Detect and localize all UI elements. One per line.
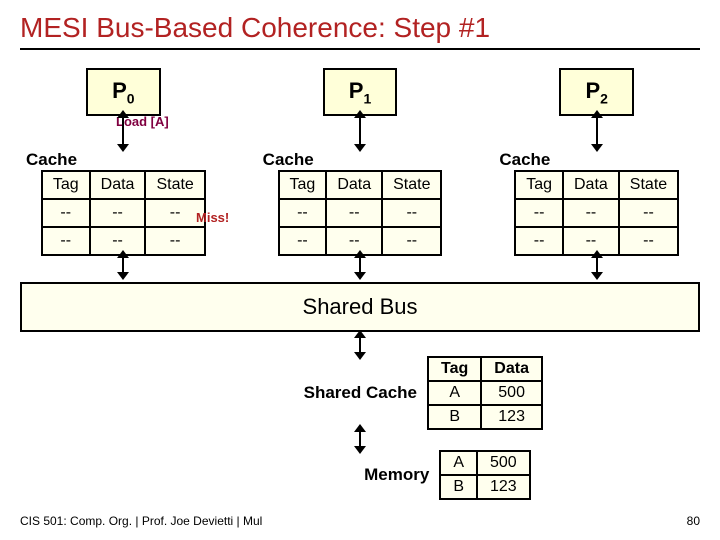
cache-table-2: Tag Data State -- -- -- -- -- --	[514, 170, 679, 256]
cache-col: Data	[563, 171, 619, 199]
shared-bus-box: Shared Bus	[20, 282, 700, 332]
arrow-cache-bus-1	[359, 256, 361, 274]
memory-row: Memory A 500 B 123	[189, 450, 530, 500]
cache-cell: --	[42, 227, 90, 255]
arrow-proc-cache-0	[122, 116, 124, 146]
cache-col: State	[619, 171, 678, 199]
cache-col: Data	[90, 171, 146, 199]
mem-col: Tag	[428, 357, 481, 381]
mem-cell: 123	[481, 405, 542, 429]
footer-right: 80	[687, 514, 700, 528]
cache-col: Tag	[42, 171, 90, 199]
processor-col-1: P1 Cache Tag Data State -- -- -- -- -- -…	[257, 68, 464, 274]
cache-cell: --	[382, 227, 441, 255]
footer-left: CIS 501: Comp. Org. | Prof. Joe Devietti…	[20, 514, 262, 528]
cache-cell: --	[42, 199, 90, 227]
bus-row: Shared Bus	[20, 282, 700, 332]
cache-col: Data	[326, 171, 382, 199]
arrow-cache-bus-0	[122, 256, 124, 274]
arrow-cache-bus-2	[596, 256, 598, 274]
proc-name: P	[349, 78, 364, 103]
miss-label: Miss!	[196, 210, 229, 225]
proc-sub: 1	[363, 90, 371, 106]
arrow-shared-mem	[359, 430, 361, 448]
cache-label-2: Cache	[499, 150, 550, 170]
memory-table: A 500 B 123	[439, 450, 530, 500]
cache-cell: --	[563, 199, 619, 227]
processor-row: P0 Load [A] Cache Tag Data State -- -- -…	[20, 68, 700, 274]
cache-cell: --	[326, 199, 382, 227]
processor-col-2: P2 Cache Tag Data State -- -- -- -- -- -…	[493, 68, 700, 274]
proc-name: P	[112, 78, 127, 103]
cache-col: Tag	[515, 171, 563, 199]
cache-label-1: Cache	[263, 150, 314, 170]
mem-cell: B	[428, 405, 481, 429]
mem-cell: 500	[477, 451, 530, 475]
shared-cache-row: Shared Cache Tag Data A 500 B 123	[177, 356, 543, 430]
cache-cell: --	[382, 199, 441, 227]
mem-cell: A	[428, 381, 481, 405]
cache-cell: --	[145, 227, 204, 255]
processor-col-0: P0 Load [A] Cache Tag Data State -- -- -…	[20, 68, 227, 274]
cache-cell: --	[619, 227, 678, 255]
cache-col: State	[382, 171, 441, 199]
processor-box-0: P0	[86, 68, 160, 116]
memory-block: Shared Cache Tag Data A 500 B 123 Memory…	[20, 336, 700, 500]
cache-cell: --	[279, 227, 327, 255]
mem-cell: A	[440, 451, 477, 475]
slide-title: MESI Bus-Based Coherence: Step #1	[20, 12, 700, 50]
proc-name: P	[585, 78, 600, 103]
proc-sub: 2	[600, 90, 608, 106]
slide-footer: CIS 501: Comp. Org. | Prof. Joe Devietti…	[20, 514, 700, 528]
cache-table-1: Tag Data State -- -- -- -- -- --	[278, 170, 443, 256]
arrow-bus-shared	[359, 336, 361, 354]
cache-cell: --	[279, 199, 327, 227]
cache-col: State	[145, 171, 204, 199]
mem-cell: 123	[477, 475, 530, 499]
arrow-proc-cache-2	[596, 116, 598, 146]
mem-cell: B	[440, 475, 477, 499]
shared-cache-table: Tag Data A 500 B 123	[427, 356, 543, 430]
processor-box-2: P2	[559, 68, 633, 116]
memory-label: Memory	[189, 465, 429, 485]
mem-col: Data	[481, 357, 542, 381]
cache-cell: --	[515, 199, 563, 227]
mem-cell: 500	[481, 381, 542, 405]
shared-cache-label: Shared Cache	[177, 383, 417, 403]
cache-table-0: Tag Data State -- -- -- -- -- --	[41, 170, 206, 256]
proc-sub: 0	[127, 90, 135, 106]
processor-box-1: P1	[323, 68, 397, 116]
cache-cell: --	[515, 227, 563, 255]
arrow-proc-cache-1	[359, 116, 361, 146]
cache-cell: --	[619, 199, 678, 227]
cache-label-0: Cache	[26, 150, 77, 170]
cache-col: Tag	[279, 171, 327, 199]
cache-cell: --	[90, 199, 146, 227]
